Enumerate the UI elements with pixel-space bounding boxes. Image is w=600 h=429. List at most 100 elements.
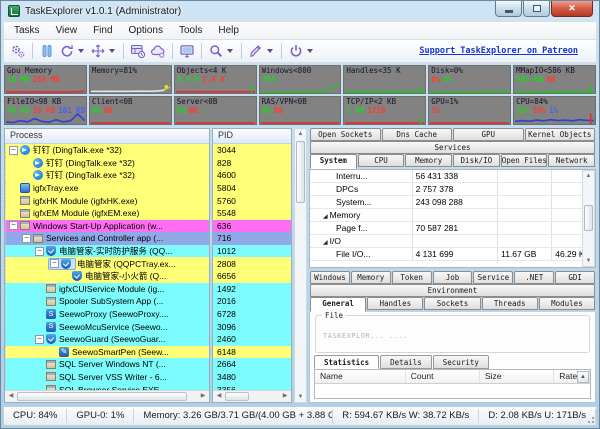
scroll-left-icon[interactable]: ◀	[6, 392, 16, 401]
tab-kernel-objects[interactable]: Kernel Objects	[525, 128, 596, 141]
tab-services[interactable]: Services	[310, 141, 595, 154]
graph-cell-server[interactable]: Server<0B0B0B	[174, 96, 257, 125]
collapse-toggle[interactable]: −	[35, 335, 44, 344]
hscroll-thumb[interactable]	[225, 392, 249, 401]
pid-hscrollbar[interactable]: ◀ ▶	[213, 390, 291, 402]
scroll-right-icon[interactable]: ▶	[280, 392, 290, 401]
tab--net[interactable]: .NET	[514, 271, 554, 284]
graph-cell-tcp-ip[interactable]: TCP/IP<2 KB2 KB171B	[343, 96, 426, 125]
expanded-icon[interactable]: ◢	[323, 237, 328, 247]
process-row[interactable]: SeewoProxy (SeewoProxy....	[5, 308, 209, 321]
tab-security[interactable]: Security	[433, 355, 489, 369]
chevron-down-icon[interactable]	[109, 49, 115, 53]
pid-row[interactable]: 3096	[213, 320, 291, 333]
chevron-down-icon[interactable]	[267, 49, 273, 53]
process-row[interactable]: SeewoMcuService (Seewo...	[5, 320, 209, 333]
expanded-icon[interactable]: ◢	[323, 211, 328, 221]
tab-threads[interactable]: Threads	[482, 297, 538, 310]
scroll-up-icon[interactable]: ▲	[577, 371, 589, 383]
tab-open-files[interactable]: Open Files	[501, 154, 548, 167]
graph-cell-ras-vpn[interactable]: RAS/VPN<0B0B0B	[259, 96, 342, 125]
tab-windows[interactable]: Windows	[310, 271, 350, 284]
scroll-up-icon[interactable]: ▲	[295, 129, 306, 139]
scroll-up-icon[interactable]: ▲	[583, 171, 594, 181]
pid-row[interactable]: 4600	[213, 169, 291, 182]
tab-disk-io[interactable]: Disk/IO	[453, 154, 500, 167]
tab-service[interactable]: Service	[473, 271, 513, 284]
pid-row[interactable]: 828	[213, 157, 291, 170]
pause-button[interactable]	[37, 42, 57, 60]
process-row[interactable]: 钉钉 (DingTalk.exe *32)	[5, 157, 209, 170]
pid-row[interactable]: 5804	[213, 182, 291, 195]
pid-row[interactable]: 5548	[213, 207, 291, 220]
tab-gdi[interactable]: GDI	[555, 271, 595, 284]
graph-cell-cpu[interactable]: CPU=84%28%56%1%	[513, 96, 596, 125]
expand-all-button[interactable]	[88, 42, 119, 60]
system-info-button[interactable]	[128, 42, 148, 60]
pid-row[interactable]: 636	[213, 220, 291, 233]
pid-row[interactable]: 3044	[213, 144, 291, 157]
process-row[interactable]: −SeewoGuard (SeewoGuar...	[5, 333, 209, 346]
minimize-button[interactable]	[495, 1, 522, 17]
column-header-name[interactable]: Name	[315, 370, 406, 383]
process-row[interactable]: SeewoSmartPen (Seew...	[5, 346, 209, 359]
drivers-button[interactable]	[148, 42, 168, 60]
system-stat-row[interactable]: System...243 098 288	[310, 196, 595, 209]
menu-item-find[interactable]: Find	[85, 23, 120, 38]
process-row[interactable]: −电脑管家 (QQPCTray.ex...	[5, 257, 209, 270]
graph-cell-handles[interactable]: Handles<35 K	[343, 65, 426, 94]
process-row[interactable]: −Services and Controller app (...	[5, 232, 209, 245]
tab-network[interactable]: Network	[548, 154, 595, 167]
patreon-link[interactable]: Support TaskExplorer on Patreon	[419, 46, 578, 56]
scroll-left-icon[interactable]: ◀	[214, 392, 224, 401]
graph-cell-memory[interactable]: Memory=81%	[89, 65, 172, 94]
process-row[interactable]: igfxEM Module (igfxEM.exe)	[5, 207, 209, 220]
tab-memory[interactable]: Memory	[405, 154, 452, 167]
pid-row[interactable]: 5760	[213, 194, 291, 207]
system-stat-row[interactable]: ◢Memory	[310, 209, 595, 222]
pid-row[interactable]: 1012	[213, 245, 291, 258]
system-stat-row[interactable]: Page f...70 587 281	[310, 222, 595, 235]
pid-row[interactable]: 6728	[213, 308, 291, 321]
close-button[interactable]: ✕	[551, 1, 593, 17]
menu-item-view[interactable]: View	[48, 23, 86, 38]
refresh-button[interactable]	[57, 42, 88, 60]
process-row[interactable]: −钉钉 (DingTalk.exe *32)	[5, 144, 209, 157]
settings-button[interactable]	[8, 42, 28, 60]
process-column-header[interactable]: Process	[5, 129, 209, 144]
tab-handles[interactable]: Handles	[367, 297, 423, 310]
column-header-size[interactable]: Size	[480, 370, 554, 383]
pid-row[interactable]: 6148	[213, 346, 291, 359]
tab-system[interactable]: System	[310, 154, 357, 169]
cleanup-button[interactable]	[246, 42, 277, 60]
column-header-count[interactable]: Count	[406, 370, 480, 383]
pid-row[interactable]: 6656	[213, 270, 291, 283]
tab-sockets[interactable]: Sockets	[424, 297, 480, 310]
system-stat-row[interactable]: ◢I/O	[310, 235, 595, 248]
graph-cell-windows[interactable]: Windows<800704	[259, 65, 342, 94]
tab-environment[interactable]: Environment	[310, 284, 595, 297]
graph-cell-gpu-memory[interactable]: Gpu Memory16 MB258 MB	[4, 65, 87, 94]
process-row[interactable]: −电脑管家-实时防护服务 (QQ...	[5, 245, 209, 258]
collapse-toggle[interactable]: −	[35, 247, 44, 256]
tab-gpu[interactable]: GPU	[453, 128, 524, 141]
pid-row[interactable]: 2808	[213, 257, 291, 270]
collapse-toggle[interactable]: −	[9, 146, 18, 155]
graph-cell-mmapio[interactable]: MMapIO<586 KB505 KB0B	[513, 65, 596, 94]
collapse-toggle[interactable]: −	[9, 221, 18, 230]
tab-job[interactable]: Job	[433, 271, 473, 284]
scroll-right-icon[interactable]: ▶	[198, 392, 208, 401]
scroll-down-icon[interactable]: ▼	[295, 392, 306, 402]
collapse-toggle[interactable]: −	[22, 234, 31, 243]
pid-row[interactable]: 2460	[213, 333, 291, 346]
collapse-toggle[interactable]: −	[50, 259, 59, 268]
chevron-down-icon[interactable]	[227, 49, 233, 53]
pid-row[interactable]: 1492	[213, 283, 291, 296]
tab-memory[interactable]: Memory	[351, 271, 391, 284]
system-stat-row[interactable]: DPCs2 757 378	[310, 183, 595, 196]
graph-cell-objects[interactable]: Objects<4 K3.9 K1.9 K	[174, 65, 257, 94]
scroll-down-icon[interactable]: ▼	[583, 256, 594, 266]
tab-details[interactable]: Details	[380, 355, 432, 369]
process-row[interactable]: 电脑管家-小火箭 (Q...	[5, 270, 209, 283]
process-row[interactable]: igfxCUIService Module (ig...	[5, 283, 209, 296]
